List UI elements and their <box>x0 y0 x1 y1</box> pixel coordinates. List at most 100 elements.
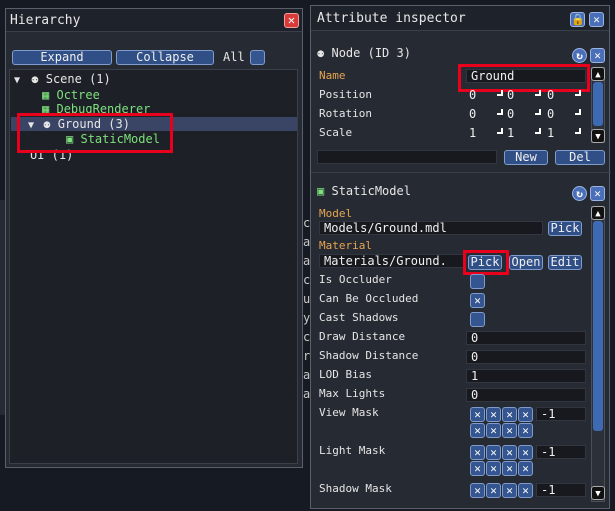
mask-bit[interactable]: ✕ <box>502 445 517 460</box>
scroll-down-icon[interactable]: ▼ <box>591 129 605 143</box>
mask-bit[interactable]: ✕ <box>486 407 501 422</box>
view-mask-field[interactable]: -1 <box>536 407 586 421</box>
close-icon[interactable]: ✕ <box>590 48 605 63</box>
mask-bit[interactable]: ✕ <box>518 483 533 498</box>
scroll-down-icon[interactable]: ▼ <box>591 486 605 500</box>
mask-bit[interactable]: ✕ <box>470 407 485 422</box>
component-scroll-thumb[interactable] <box>593 221 603 431</box>
background-glyph: a <box>303 254 311 268</box>
max-lights-label: Max Lights <box>319 387 386 400</box>
new-attribute-field[interactable] <box>317 150 497 164</box>
is-occluder-checkbox[interactable] <box>470 274 485 289</box>
highlight-name <box>458 64 590 92</box>
can-be-occluded-label: Can Be Occluded <box>319 292 419 305</box>
mask-bit[interactable]: ✕ <box>502 461 517 476</box>
background-glyph: a <box>303 235 311 249</box>
expand-arrow-icon[interactable]: ▼ <box>14 75 20 86</box>
close-icon[interactable]: ✕ <box>589 12 604 27</box>
material-label: Material <box>319 239 372 252</box>
resize-corner-icon <box>535 128 541 134</box>
shadow-mask-field[interactable]: -1 <box>536 483 586 497</box>
resize-corner-icon <box>575 109 581 115</box>
light-mask-field[interactable]: -1 <box>536 445 586 459</box>
close-icon[interactable]: ✕ <box>284 13 299 28</box>
resize-corner-icon <box>575 128 581 134</box>
node-header: ⚉ Node (ID 3) <box>317 46 411 60</box>
mask-bit[interactable]: ✕ <box>486 423 501 438</box>
mask-bit[interactable]: ✕ <box>470 483 485 498</box>
cast-shadows-checkbox[interactable] <box>470 312 485 327</box>
hierarchy-titlebar[interactable]: Hierarchy ✕ <box>6 9 302 32</box>
background-glyph: c <box>303 273 311 287</box>
resize-corner-icon <box>535 109 541 115</box>
node-icon: ⚉ <box>317 46 325 60</box>
inspector-titlebar[interactable]: Attribute inspector 🔒 ✕ <box>311 6 609 31</box>
background-glyph: u <box>303 292 311 306</box>
reset-icon[interactable]: ↻ <box>572 186 587 201</box>
mask-bit[interactable]: ✕ <box>470 445 485 460</box>
hierarchy-window: Hierarchy ✕ Expand Collapse All ▼ ⚉ Scen… <box>5 8 303 468</box>
all-label: All <box>223 50 245 64</box>
model-pick-button[interactable]: Pick <box>548 221 582 236</box>
is-occluder-label: Is Occluder <box>319 273 392 286</box>
view-mask-label: View Mask <box>319 406 379 419</box>
del-button[interactable]: Del <box>555 150 605 165</box>
resize-corner-icon <box>575 90 581 96</box>
rotation-label: Rotation <box>319 107 372 120</box>
close-icon[interactable]: ✕ <box>590 186 605 201</box>
lock-icon[interactable]: 🔒 <box>570 12 585 27</box>
mask-bit[interactable]: ✕ <box>518 423 533 438</box>
expand-button[interactable]: Expand <box>12 50 112 65</box>
mask-bit[interactable]: ✕ <box>518 407 533 422</box>
highlight-pick <box>463 250 509 275</box>
shadow-distance-field[interactable]: 0 <box>466 350 586 364</box>
mask-bit[interactable]: ✕ <box>518 461 533 476</box>
can-be-occluded-checkbox[interactable]: ✕ <box>470 293 485 308</box>
mask-bit[interactable]: ✕ <box>502 483 517 498</box>
staticmodel-icon: ▣ <box>317 184 325 198</box>
component-icon: ▦ <box>42 88 50 102</box>
inspector-title: Attribute inspector <box>317 11 466 26</box>
scroll-up-icon[interactable]: ▲ <box>591 67 605 81</box>
mask-bit[interactable]: ✕ <box>518 445 533 460</box>
light-mask-label: Light Mask <box>319 444 386 457</box>
new-button[interactable]: New <box>504 150 548 165</box>
lod-bias-label: LOD Bias <box>319 368 372 381</box>
mask-bit[interactable]: ✕ <box>486 483 501 498</box>
material-edit-button[interactable]: Edit <box>548 255 582 270</box>
mask-bit[interactable]: ✕ <box>502 407 517 422</box>
component-scrollbar[interactable] <box>591 206 605 502</box>
collapse-button[interactable]: Collapse <box>116 50 214 65</box>
reset-icon[interactable]: ↻ <box>572 48 587 63</box>
all-checkbox[interactable] <box>250 50 265 65</box>
list-item-octree[interactable]: ▦ Octree <box>42 88 100 102</box>
draw-distance-field[interactable]: 0 <box>466 331 586 345</box>
list-item-scene[interactable]: ▼ ⚉ Scene (1) <box>14 72 111 86</box>
material-field[interactable]: Materials/Ground. <box>319 254 465 268</box>
resize-corner-icon <box>497 128 503 134</box>
mask-bit[interactable]: ✕ <box>486 445 501 460</box>
resize-corner-icon <box>535 90 541 96</box>
lod-bias-field[interactable]: 1 <box>466 369 586 383</box>
cast-shadows-label: Cast Shadows <box>319 311 399 324</box>
position-label: Position <box>319 88 372 101</box>
node-scroll-thumb[interactable] <box>593 82 603 126</box>
resize-corner-icon <box>497 90 503 96</box>
background-glyph: a <box>303 368 311 382</box>
highlight-ground <box>17 113 173 153</box>
mask-bit[interactable]: ✕ <box>502 423 517 438</box>
material-open-button[interactable]: Open <box>509 255 543 270</box>
hierarchy-title: Hierarchy <box>10 13 81 28</box>
mask-bit[interactable]: ✕ <box>470 423 485 438</box>
background-glyph: r <box>303 349 311 363</box>
model-label: Model <box>319 207 353 220</box>
mask-bit[interactable]: ✕ <box>486 461 501 476</box>
scroll-up-icon[interactable]: ▲ <box>591 206 605 220</box>
draw-distance-label: Draw Distance <box>319 330 406 343</box>
model-field[interactable]: Models/Ground.mdl <box>319 221 543 235</box>
background-glyph: a <box>303 387 311 401</box>
mask-bit[interactable]: ✕ <box>470 461 485 476</box>
component-divider <box>311 172 611 173</box>
max-lights-field[interactable]: 0 <box>466 388 586 402</box>
inspector-window: Attribute inspector 🔒 ✕ ⚉ Node (ID 3) ↻ … <box>310 5 611 509</box>
